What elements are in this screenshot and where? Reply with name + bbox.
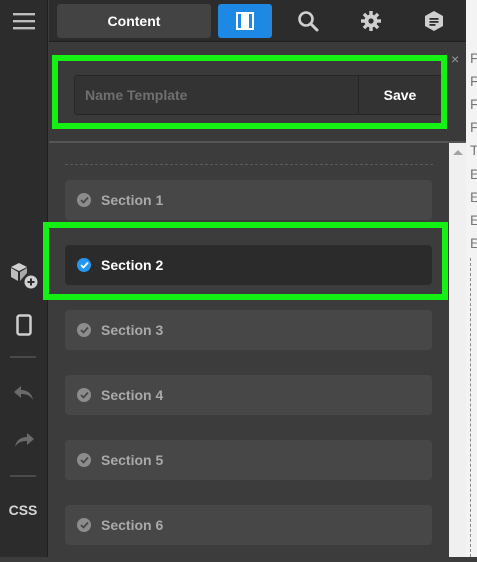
blocks-icon bbox=[425, 11, 443, 31]
search-icon bbox=[298, 11, 319, 32]
redo-icon[interactable] bbox=[0, 425, 48, 455]
settings-button[interactable] bbox=[344, 4, 398, 38]
panel-icon bbox=[236, 12, 254, 30]
list-item[interactable]: Section 3 bbox=[65, 310, 432, 350]
tab-content[interactable]: Content bbox=[57, 4, 211, 38]
top-toolbar: Content bbox=[49, 0, 466, 42]
canvas-text: F bbox=[470, 50, 477, 66]
section-label: Section 6 bbox=[101, 517, 164, 533]
canvas-dashed-border bbox=[470, 258, 471, 557]
canvas-text: E bbox=[470, 166, 477, 182]
section-label: Section 2 bbox=[101, 257, 164, 273]
list-item[interactable]: Section 2 bbox=[65, 245, 432, 285]
canvas-text: E bbox=[470, 235, 477, 251]
rail-divider bbox=[10, 356, 36, 358]
css-button[interactable]: CSS bbox=[0, 502, 46, 518]
template-name-input[interactable]: Name Template bbox=[74, 75, 358, 115]
blocks-button[interactable] bbox=[407, 4, 461, 38]
list-item[interactable]: Section 4 bbox=[65, 375, 432, 415]
list-item[interactable]: Section 1 bbox=[65, 180, 432, 220]
canvas-text: F bbox=[470, 96, 477, 112]
check-circle-icon bbox=[77, 323, 91, 337]
save-template-button[interactable]: Save bbox=[358, 75, 442, 115]
add-block-icon[interactable] bbox=[0, 260, 48, 292]
canvas-text: F bbox=[470, 73, 477, 89]
list-drop-indicator bbox=[65, 164, 433, 165]
canvas-text: T bbox=[470, 142, 477, 158]
canvas-text: F bbox=[470, 119, 477, 135]
left-rail: CSS bbox=[0, 0, 48, 557]
scroll-up-arrow-icon[interactable] bbox=[453, 150, 463, 155]
canvas-text: E bbox=[470, 189, 477, 205]
search-button[interactable] bbox=[281, 4, 335, 38]
section-label: Section 5 bbox=[101, 452, 164, 468]
list-item[interactable]: Section 5 bbox=[65, 440, 432, 480]
canvas-edge: F F F F T E E E E bbox=[466, 0, 477, 557]
section-label: Section 4 bbox=[101, 387, 164, 403]
check-circle-icon bbox=[77, 388, 91, 402]
check-circle-icon bbox=[77, 453, 91, 467]
device-mobile-icon[interactable] bbox=[0, 310, 48, 340]
rail-divider bbox=[10, 475, 36, 477]
gear-icon bbox=[361, 11, 381, 31]
list-item[interactable]: Section 6 bbox=[65, 505, 432, 545]
section-label: Section 1 bbox=[101, 192, 164, 208]
js-button-partial[interactable] bbox=[0, 550, 46, 562]
check-circle-icon bbox=[77, 193, 91, 207]
close-icon[interactable]: × bbox=[451, 52, 459, 66]
menu-icon[interactable] bbox=[0, 6, 48, 36]
panel-toggle-button[interactable] bbox=[218, 4, 272, 38]
check-circle-icon bbox=[77, 518, 91, 532]
canvas-text: E bbox=[470, 212, 477, 228]
scrollbar[interactable] bbox=[449, 143, 466, 557]
check-circle-icon bbox=[77, 258, 91, 272]
undo-icon[interactable] bbox=[0, 378, 48, 408]
section-label: Section 3 bbox=[101, 322, 164, 338]
